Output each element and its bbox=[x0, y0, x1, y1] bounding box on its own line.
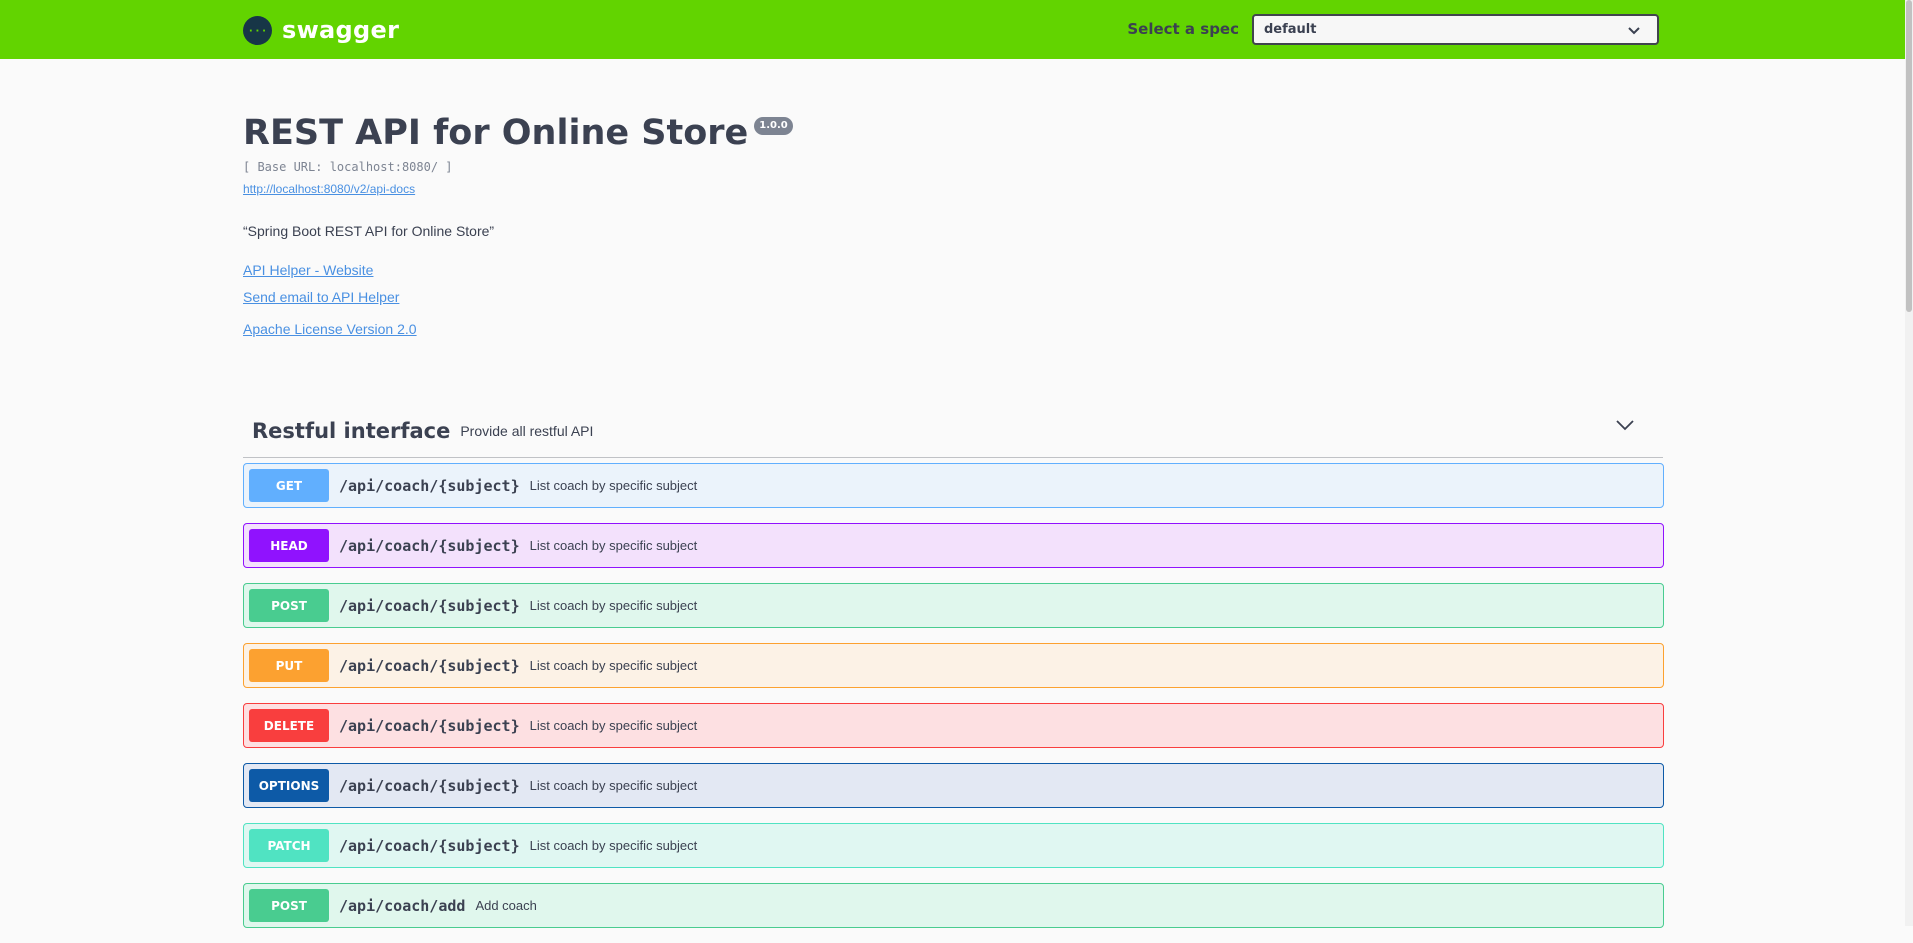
version-badge: 1.0.0 bbox=[754, 117, 793, 135]
operation-path: /api/coach/{subject} bbox=[339, 776, 520, 795]
scrollbar-thumb[interactable] bbox=[1906, 0, 1912, 312]
operation-summary: Add coach bbox=[475, 898, 537, 913]
operation-row[interactable]: PUT/api/coach/{subject} List coach by spe… bbox=[243, 643, 1664, 688]
api-info: REST API for Online Store 1.0.0 [ Base U… bbox=[243, 108, 1663, 338]
chevron-down-icon[interactable] bbox=[1615, 415, 1635, 435]
operation-row[interactable]: POST/api/coach/{subject} List coach by sp… bbox=[243, 583, 1664, 628]
spec-select-value: default bbox=[1264, 22, 1317, 37]
operation-summary: List coach by specific subject bbox=[529, 718, 698, 733]
spec-url-link[interactable]: http://localhost:8080/v2/api-docs bbox=[243, 181, 415, 197]
api-title: REST API for Online Store bbox=[243, 113, 749, 153]
license-link[interactable]: Apache License Version 2.0 bbox=[243, 320, 1663, 338]
operation-row[interactable]: HEAD/api/coach/{subject} List coach by sp… bbox=[243, 523, 1664, 568]
swagger-logo-text: swagger bbox=[282, 16, 400, 44]
method-badge: PATCH bbox=[249, 829, 329, 862]
topbar: {···} swagger Select a spec default bbox=[0, 0, 1905, 59]
operation-summary: List coach by specific subject bbox=[529, 598, 698, 613]
operation-row[interactable]: POST/api/coach/add Add coach bbox=[243, 883, 1664, 928]
api-description: “Spring Boot REST API for Online Store” bbox=[243, 223, 495, 239]
website-link[interactable]: API Helper - Website bbox=[243, 261, 1663, 279]
operation-path: /api/coach/{subject} bbox=[339, 716, 520, 735]
tag-description: Provide all restful API bbox=[460, 423, 594, 439]
method-badge: POST bbox=[249, 589, 329, 622]
method-badge: GET bbox=[249, 469, 329, 502]
select-spec-label: Select a spec bbox=[1127, 20, 1239, 38]
operation-path: /api/coach/add bbox=[339, 896, 466, 915]
operation-row[interactable]: PATCH/api/coach/{subject} List coach by s… bbox=[243, 823, 1664, 868]
method-badge: PUT bbox=[249, 649, 329, 682]
method-badge: HEAD bbox=[249, 529, 329, 562]
title-row: REST API for Online Store 1.0.0 bbox=[243, 108, 1663, 158]
topbar-inner: {···} swagger Select a spec default bbox=[243, 0, 1663, 59]
svg-text:{···}: {···} bbox=[249, 24, 266, 37]
tag-restful-interface[interactable]: Restful interface Provide all restful AP… bbox=[243, 405, 1663, 458]
operation-path: /api/coach/{subject} bbox=[339, 476, 520, 495]
operation-row[interactable]: DELETE/api/coach/{subject} List coach by … bbox=[243, 703, 1664, 748]
spec-select[interactable]: default bbox=[1252, 14, 1659, 45]
operation-row[interactable]: GET/api/coach/{subject} List coach by spe… bbox=[243, 463, 1664, 508]
operation-summary: List coach by specific subject bbox=[529, 478, 698, 493]
operation-summary: List coach by specific subject bbox=[529, 538, 698, 553]
chevron-down-icon bbox=[1628, 27, 1640, 35]
operation-summary: List coach by specific subject bbox=[529, 778, 698, 793]
operation-path: /api/coach/{subject} bbox=[339, 596, 520, 615]
operation-summary: List coach by specific subject bbox=[529, 658, 698, 673]
swagger-logo-icon: {···} bbox=[243, 15, 272, 45]
operation-path: /api/coach/{subject} bbox=[339, 656, 520, 675]
method-badge: DELETE bbox=[249, 709, 329, 742]
method-badge: POST bbox=[249, 889, 329, 922]
scrollbar[interactable] bbox=[1905, 0, 1913, 926]
email-link[interactable]: Send email to API Helper bbox=[243, 288, 1663, 306]
operation-row[interactable]: OPTIONS/api/coach/{subject} List coach by… bbox=[243, 763, 1664, 808]
operations-list: GET/api/coach/{subject} List coach by spe… bbox=[243, 463, 1664, 943]
swagger-logo[interactable]: {···} swagger bbox=[243, 14, 399, 46]
method-badge: OPTIONS bbox=[249, 769, 329, 802]
operation-path: /api/coach/{subject} bbox=[339, 536, 520, 555]
tag-name: Restful interface bbox=[252, 419, 451, 443]
base-url: [ Base URL: localhost:8080/ ] bbox=[243, 160, 453, 174]
operation-path: /api/coach/{subject} bbox=[339, 836, 520, 855]
operation-summary: List coach by specific subject bbox=[529, 838, 698, 853]
